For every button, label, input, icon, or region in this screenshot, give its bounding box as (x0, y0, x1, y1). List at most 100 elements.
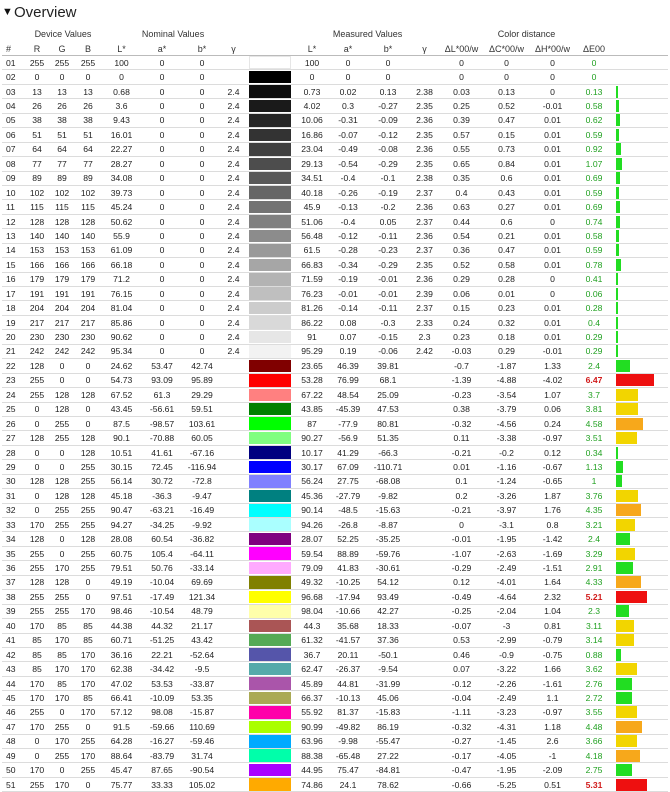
device-g: 170 (49, 560, 75, 576)
measured-gamma (409, 402, 441, 417)
delta-e-bar-cell (613, 113, 669, 129)
measured-b: -0.29 (367, 156, 410, 172)
nominal-gamma (222, 430, 246, 446)
nominal-b: 103.61 (182, 416, 223, 432)
table-row: 21 242 242 242 95.34 0 0 2.4 95.29 0.19 -0.06 2.42-… (2, 344, 669, 360)
nominal-a: 0 (142, 84, 183, 100)
device-b: 242 (75, 344, 102, 360)
delta-c: 0.47 (483, 243, 531, 259)
nominal-gamma (222, 705, 246, 721)
delta-h: -0.75 (530, 647, 576, 663)
nominal-b: 0 (182, 315, 223, 331)
nominal-l: 60.75 (101, 546, 143, 562)
nominal-gamma: 2.4 (222, 156, 246, 172)
row-index: 39 (2, 604, 25, 620)
swatch-cell (245, 185, 296, 201)
col-nominal-l: L* (101, 39, 143, 56)
nominal-a: -17.49 (142, 589, 183, 605)
measured-gamma (409, 705, 441, 721)
device-b: 115 (75, 199, 102, 215)
measured-l: 44.3 (295, 618, 330, 634)
swatch-cell (245, 98, 296, 114)
nominal-b: -33.14 (182, 560, 223, 576)
delta-e-bar (616, 359, 631, 372)
device-r: 26 (25, 98, 49, 114)
device-g: 255 (49, 430, 75, 446)
delta-e: 2.3 (575, 604, 614, 620)
delta-c: -1.16 (483, 459, 531, 475)
swatch-cell (245, 387, 296, 403)
measured-a: 0.19 (329, 344, 368, 360)
delta-l: -0.07 (440, 618, 484, 634)
measured-b: -9.82 (367, 488, 410, 504)
delta-e-bar-cell (613, 214, 669, 230)
measured-l: 28.07 (295, 531, 330, 547)
color-swatch (249, 388, 292, 401)
delta-c: 0 (483, 69, 531, 85)
table-row: 08 77 77 77 28.27 0 0 2.4 29.13 -0.54 -0.29 2.35 0.6… (2, 156, 669, 172)
delta-l: 0.44 (440, 214, 484, 230)
row-index: 43 (2, 661, 25, 677)
row-index: 07 (2, 142, 25, 158)
device-r: 191 (25, 286, 49, 302)
collapse-triangle-icon[interactable]: ▼ (2, 6, 14, 18)
nominal-b: 0 (182, 214, 223, 230)
delta-h: 0.01 (530, 228, 576, 244)
delta-h: -0.01 (530, 98, 576, 114)
delta-e: 0.06 (575, 286, 614, 302)
nominal-a: 0 (142, 171, 183, 186)
delta-c: -0.2 (483, 445, 531, 461)
device-b: 255 (75, 560, 102, 576)
delta-c: 0.21 (483, 228, 531, 244)
swatch-cell (245, 488, 296, 504)
table-row: 23 255 0 0 54.73 93.09 95.89 53.28 76.99 68.1 -1.3… (2, 373, 669, 389)
measured-l: 43.85 (295, 402, 330, 417)
measured-gamma: 2.42 (409, 344, 441, 360)
delta-l: 0.11 (440, 430, 484, 446)
measured-gamma (409, 445, 441, 461)
nominal-a: -83.79 (142, 748, 183, 764)
swatch-cell (245, 373, 296, 389)
col-nominal-gamma: γ (222, 39, 246, 56)
measured-l: 66.37 (295, 690, 330, 706)
overview-header[interactable]: ▼ Overview (0, 1, 670, 23)
measured-a: 24.1 (329, 777, 368, 792)
delta-e: 4.33 (575, 575, 614, 591)
measured-l: 0.73 (295, 84, 330, 100)
measured-l: 66.83 (295, 257, 330, 273)
measured-b: -35.25 (367, 531, 410, 547)
swatch-cell (245, 156, 296, 172)
table-row: 27 128 255 128 90.1 -70.88 60.05 90.27 -56.9 51.3… (2, 430, 669, 446)
nominal-gamma: 2.4 (222, 315, 246, 331)
delta-c: -2.49 (483, 690, 531, 706)
delta-l: 0.12 (440, 575, 484, 591)
measured-b: -110.71 (367, 459, 410, 475)
color-swatch (249, 735, 292, 748)
device-g: 170 (49, 633, 75, 648)
delta-c: 0.52 (483, 98, 531, 114)
delta-c: -3.23 (483, 705, 531, 721)
delta-l: 0.65 (440, 156, 484, 172)
delta-h: 1.18 (530, 719, 576, 735)
color-swatch (249, 273, 292, 286)
measured-l: 98.04 (295, 604, 330, 620)
nominal-gamma: 2.4 (222, 344, 246, 360)
delta-h: 2.6 (530, 734, 576, 750)
measured-gamma (409, 748, 441, 764)
delta-e-bar (616, 706, 637, 719)
delta-e-bar (616, 273, 619, 286)
swatch-cell (245, 69, 296, 85)
measured-gamma: 2.39 (409, 286, 441, 302)
delta-e-bar (616, 547, 636, 560)
delta-l: -1.07 (440, 546, 484, 562)
measured-b: -15.83 (367, 705, 410, 721)
color-swatch (249, 345, 292, 358)
device-b: 255 (75, 734, 102, 750)
delta-e-bar-cell (613, 344, 669, 360)
nominal-b: -15.87 (182, 705, 223, 721)
delta-e-bar-cell (613, 488, 669, 504)
table-row: 38 255 255 0 97.51 -17.49 121.34 96.68 -17.94 93.… (2, 589, 669, 605)
device-r: 0 (25, 416, 49, 432)
device-g: 89 (49, 171, 75, 186)
measured-b: -0.01 (367, 272, 410, 288)
